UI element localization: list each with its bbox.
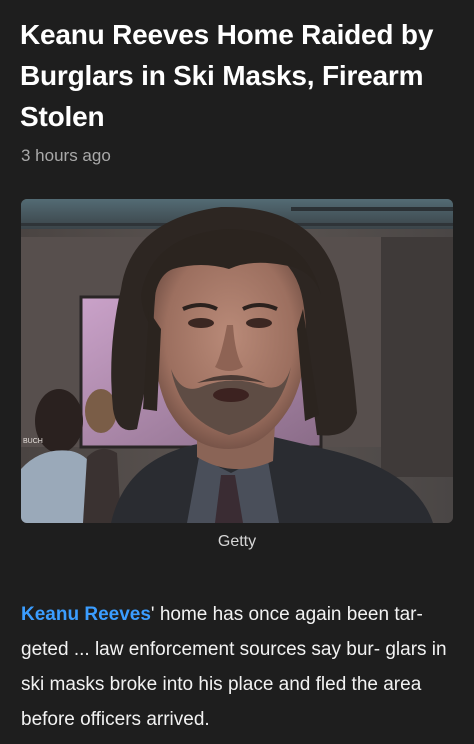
photo-sign-text: BUCH [23, 438, 43, 445]
photo-credit: Getty [217, 533, 257, 550]
keanu-reeves-link[interactable]: Keanu Reeves [21, 604, 151, 625]
article-photo[interactable]: BUCH [21, 199, 453, 523]
article-timestamp: 3 hours ago [21, 146, 111, 165]
article-headline: Keanu Reeves Home Raided by Burglars in … [20, 19, 434, 132]
article-body: Keanu Reeves' home has once again been t… [21, 597, 461, 737]
